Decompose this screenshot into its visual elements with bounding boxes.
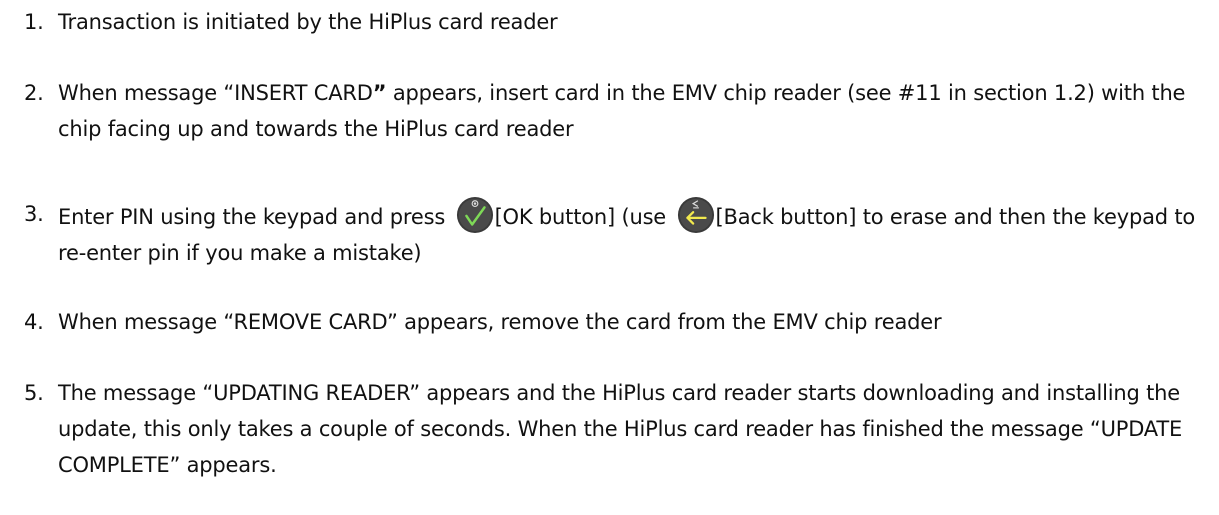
back-button-icon — [677, 196, 715, 234]
ok-button-icon — [456, 196, 494, 234]
step-2: 2. When message “INSERT CARD” appears, i… — [24, 75, 1209, 147]
step-4: 4. When message “REMOVE CARD” appears, r… — [24, 304, 1209, 340]
instruction-page: 1. Transaction is initiated by the HiPlu… — [0, 0, 1219, 515]
step-text-part: When message “INSERT CARD — [58, 81, 373, 105]
step-text-part: Enter PIN using the keypad and press — [58, 205, 452, 229]
step-5: 5. The message “UPDATING READER” appears… — [24, 375, 1209, 483]
step-number: 3. — [24, 202, 44, 226]
step-number: 1. — [24, 10, 44, 34]
step-text: Transaction is initiated by the HiPlus c… — [58, 10, 558, 34]
step-1: 1. Transaction is initiated by the HiPlu… — [24, 4, 1209, 40]
step-number: 2. — [24, 81, 44, 105]
ok-button-label: [OK button] (use — [494, 205, 673, 229]
step-text: When message “REMOVE CARD” appears, remo… — [58, 310, 942, 334]
closing-quote: ” — [372, 81, 387, 105]
step-text: When message “INSERT CARD” appears, inse… — [58, 75, 1209, 147]
step-3: 3. Enter PIN using the keypad and press … — [24, 196, 1209, 271]
step-number: 4. — [24, 310, 44, 334]
step-number: 5. — [24, 381, 44, 405]
step-text: Enter PIN using the keypad and press [OK… — [58, 196, 1209, 271]
step-text: The message “UPDATING READER” appears an… — [58, 381, 1183, 477]
